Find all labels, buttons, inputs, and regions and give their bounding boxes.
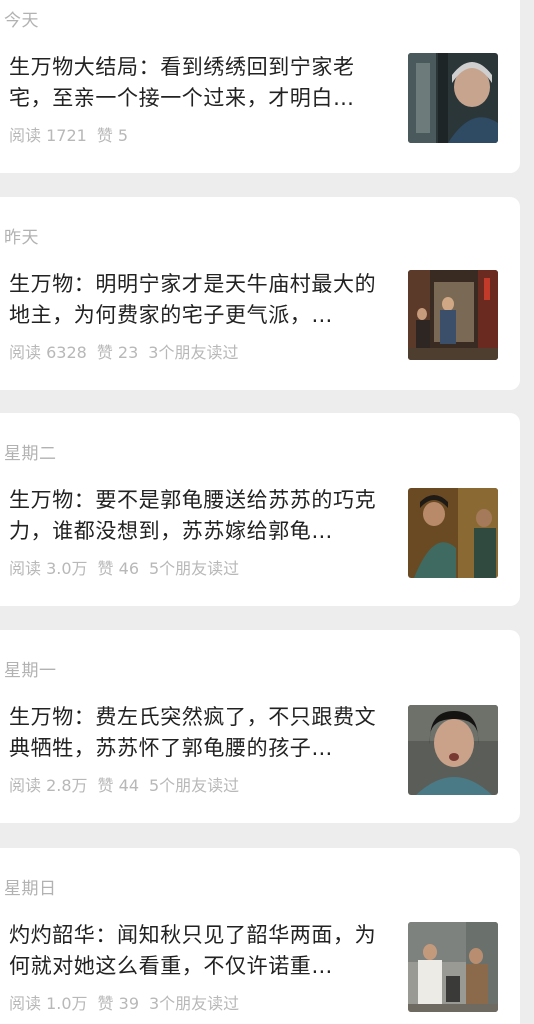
like-count: 赞 5: [96, 126, 129, 145]
article-card[interactable]: 今天 生万物大结局：看到绣绣回到宁家老宅，至亲一个接一个过来，才明白… 阅读 1…: [0, 0, 520, 173]
day-label: 今天: [4, 11, 39, 31]
friends-read: 3个朋友读过: [149, 994, 240, 1013]
day-label: 星期二: [4, 444, 57, 464]
like-count: 赞 23: [96, 343, 139, 362]
article-title[interactable]: 生万物：费左氏突然疯了，不只跟费文典牺牲，苏苏怀了郭龟腰的孩子…: [9, 702, 391, 764]
day-label: 星期日: [4, 879, 57, 899]
article-meta: 阅读 6328 赞 23 3个朋友读过: [9, 339, 248, 363]
read-count: 阅读 2.8万: [9, 776, 88, 795]
article-card[interactable]: 星期日 灼灼韶华：闻知秋只见了韶华两面，为何就对她这么看重，不仅许诺重… 阅读 …: [0, 848, 520, 1024]
woman-portrait-image[interactable]: [408, 705, 498, 795]
friends-read: 5个朋友读过: [149, 776, 240, 795]
friends-read: 3个朋友读过: [148, 343, 239, 362]
article-card[interactable]: 星期二 生万物：要不是郭龟腰送给苏苏的巧克力，谁都没想到，苏苏嫁给郭龟… 阅读 …: [0, 413, 520, 606]
article-meta: 阅读 2.8万赞 44 5个朋友读过: [9, 772, 249, 796]
article-title[interactable]: 灼灼韶华：闻知秋只见了韶华两面，为何就对她这么看重，不仅许诺重…: [9, 920, 391, 982]
article-title[interactable]: 生万物：要不是郭龟腰送给苏苏的巧克力，谁都没想到，苏苏嫁给郭龟…: [9, 485, 391, 547]
street-scene-image[interactable]: [408, 922, 498, 1012]
article-meta: 阅读 1.0万赞 39 3个朋友读过: [9, 990, 249, 1014]
like-count: 赞 39: [97, 994, 139, 1013]
article-meta: 阅读 1721 赞 5: [9, 122, 148, 146]
article-card[interactable]: 星期一 生万物：费左氏突然疯了，不只跟费文典牺牲，苏苏怀了郭龟腰的孩子… 阅读 …: [0, 630, 520, 823]
day-label: 星期一: [4, 661, 57, 681]
article-history-feed: 今天 生万物大结局：看到绣绣回到宁家老宅，至亲一个接一个过来，才明白… 阅读 1…: [0, 0, 534, 1024]
day-label: 昨天: [4, 228, 39, 248]
read-count: 阅读 6328: [9, 343, 87, 362]
article-meta: 阅读 3.0万赞 46 5个朋友读过: [9, 555, 249, 579]
article-title[interactable]: 生万物：明明宁家才是天牛庙村最大的地主，为何费家的宅子更气派，…: [9, 269, 391, 331]
old-woman-doorway-image[interactable]: [408, 53, 498, 143]
article-title[interactable]: 生万物大结局：看到绣绣回到宁家老宅，至亲一个接一个过来，才明白…: [9, 52, 391, 114]
read-count: 阅读 1.0万: [9, 994, 88, 1013]
like-count: 赞 44: [97, 776, 139, 795]
read-count: 阅读 3.0万: [9, 559, 88, 578]
friends-read: 5个朋友读过: [149, 559, 240, 578]
courtyard-scene-image[interactable]: [408, 270, 498, 360]
two-people-scene-image[interactable]: [408, 488, 498, 578]
read-count: 阅读 1721: [9, 126, 87, 145]
article-card[interactable]: 昨天 生万物：明明宁家才是天牛庙村最大的地主，为何费家的宅子更气派，… 阅读 6…: [0, 197, 520, 390]
like-count: 赞 46: [97, 559, 139, 578]
